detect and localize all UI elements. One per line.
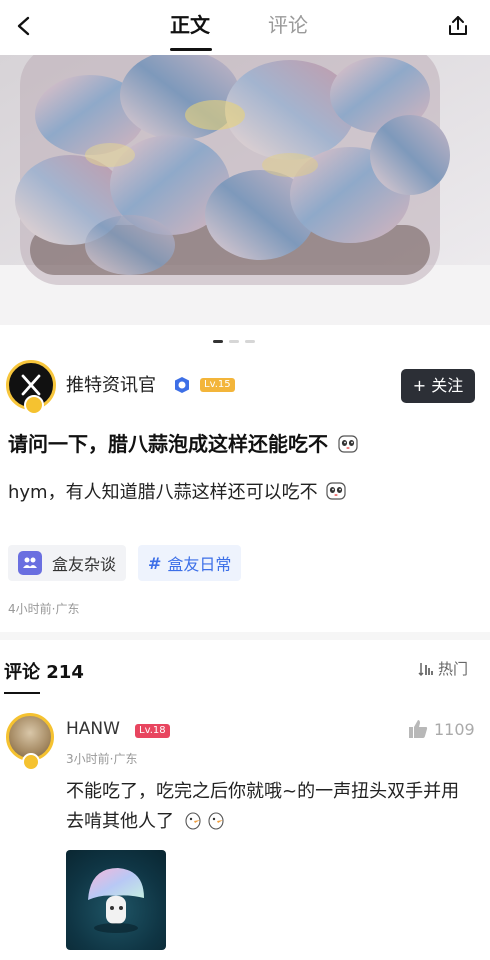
post-title-text: 请问一下，腊八蒜泡成这样还能吃不 xyxy=(8,432,328,456)
carousel-dot xyxy=(245,340,255,343)
comments-header: 评论 214 热门 xyxy=(0,650,490,694)
mushroom-image xyxy=(88,868,144,933)
comments-count-title: 评论 214 xyxy=(4,662,84,683)
author-row: 推特资讯官 Lv.15 + 关注 xyxy=(0,355,490,417)
comment-item: HANW Lv.18 1109 3小时前·广东 不能吃了，吃完之后你就哦~的一声… xyxy=(0,705,490,960)
group-icon xyxy=(18,551,42,575)
carousel-dot xyxy=(229,340,239,343)
author-level-badge: Lv.15 xyxy=(200,378,235,392)
post-body-text: hym，有人知道腊八蒜这样还可以吃不 xyxy=(8,482,318,503)
follow-button[interactable]: + 关注 xyxy=(401,369,475,403)
commenter-level-badge: Lv.18 xyxy=(135,724,170,738)
author-name[interactable]: 推特资讯官 xyxy=(66,375,156,397)
tag-community[interactable]: 盒友杂谈 xyxy=(8,545,127,581)
panda-emoji-icon xyxy=(338,435,358,453)
carousel-dot xyxy=(213,340,223,343)
post-title: 请问一下，腊八蒜泡成这样还能吃不 xyxy=(8,430,358,458)
verified-badge-icon xyxy=(175,377,189,393)
duck-emoji-icon xyxy=(208,812,224,830)
garlic-jar-photo xyxy=(0,55,490,325)
avatar-frame-badge xyxy=(24,395,44,415)
post-body: hym，有人知道腊八蒜这样还可以吃不 xyxy=(8,480,346,506)
back-button[interactable] xyxy=(6,8,42,44)
tag-topic-label: 盒友日常 xyxy=(167,555,232,574)
comment-text: 不能吃了，吃完之后你就哦~的一声扭头双手并用去啃其他人了 xyxy=(66,777,466,837)
sort-icon xyxy=(418,662,433,676)
like-button[interactable]: 1109 xyxy=(408,719,475,739)
hashtag-icon: # xyxy=(148,553,162,573)
commenter-name[interactable]: HANW xyxy=(66,719,120,739)
like-count: 1109 xyxy=(434,719,475,739)
sort-label: 热门 xyxy=(438,660,469,678)
tag-topic[interactable]: # 盒友日常 xyxy=(138,545,242,581)
comment-text-body: 不能吃了，吃完之后你就哦~的一声扭头双手并用去啃其他人了 xyxy=(66,781,460,832)
share-button[interactable] xyxy=(440,8,476,44)
comments-title-underline xyxy=(4,692,40,694)
chevron-left-icon xyxy=(17,16,30,36)
post-tags: 盒友杂谈 # 盒友日常 xyxy=(8,545,242,581)
carousel-indicator xyxy=(213,340,255,343)
tab-comments[interactable]: 评论 xyxy=(268,12,308,38)
panda-emoji-icon xyxy=(326,482,346,500)
active-tab-indicator xyxy=(170,48,212,51)
post-image[interactable] xyxy=(0,55,490,325)
section-divider xyxy=(0,632,490,640)
tag-community-label: 盒友杂谈 xyxy=(52,555,117,574)
sort-hot-button[interactable]: 热门 xyxy=(418,658,468,679)
avatar-frame-badge xyxy=(22,753,40,771)
duck-emoji-icon xyxy=(185,812,201,830)
share-icon xyxy=(449,16,467,35)
thumbs-up-icon xyxy=(409,720,428,738)
comment-image[interactable] xyxy=(66,850,166,950)
comment-meta: 3小时前·广东 xyxy=(66,752,138,766)
post-meta: 4小时前·广东 xyxy=(8,602,80,616)
x-logo-icon xyxy=(21,374,41,396)
top-nav-bar: 正文 评论 xyxy=(0,0,490,52)
tab-main-text[interactable]: 正文 xyxy=(170,12,210,38)
